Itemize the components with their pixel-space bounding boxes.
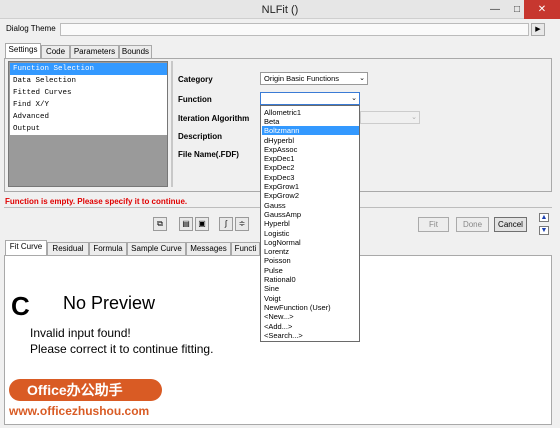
copy-icon: ⧉ bbox=[157, 219, 163, 228]
list-item-data-selection[interactable]: Data Selection bbox=[10, 75, 167, 87]
function-option[interactable]: Poisson bbox=[262, 256, 359, 265]
function-option-highlighted[interactable]: Boltzmann bbox=[262, 126, 359, 136]
tab-residual[interactable]: Residual bbox=[47, 242, 89, 255]
function-option[interactable]: Pulse bbox=[262, 266, 359, 275]
curve-icon: ∫ bbox=[224, 219, 228, 228]
list-item-function-selection[interactable]: Function Selection bbox=[10, 63, 167, 75]
expand-up-button[interactable]: ▲ bbox=[539, 213, 549, 222]
category-select[interactable]: Origin Basic Functions ⌄ bbox=[260, 72, 368, 85]
function-select[interactable]: ⌄ bbox=[260, 92, 360, 105]
no-preview-title: No Preview bbox=[63, 293, 156, 313]
category-label: Category bbox=[178, 75, 213, 84]
function-option[interactable]: Lorentz bbox=[262, 247, 359, 256]
save-icon-button[interactable]: ▣ bbox=[195, 217, 209, 231]
list-item-advanced[interactable]: Advanced bbox=[10, 111, 167, 123]
correct-input-message: Please correct it to continue fitting. bbox=[30, 342, 214, 356]
title-bar: NLFit () — □ ✕ bbox=[0, 0, 560, 19]
error-message: Function is empty. Please specify it to … bbox=[5, 197, 188, 206]
function-label: Function bbox=[178, 95, 212, 104]
fit-data-icon-button[interactable]: ≑ bbox=[235, 217, 249, 231]
function-option[interactable]: dHyperbl bbox=[262, 136, 359, 145]
done-button[interactable]: Done bbox=[456, 217, 489, 232]
cancel-button[interactable]: Cancel bbox=[494, 217, 527, 232]
tab-code[interactable]: Code bbox=[41, 45, 70, 58]
settings-list[interactable]: Function Selection Data Selection Fitted… bbox=[8, 61, 168, 187]
open-icon-button[interactable]: ▤ bbox=[179, 217, 193, 231]
list-item-output[interactable]: Output bbox=[10, 123, 167, 135]
tab-parameters[interactable]: Parameters bbox=[70, 45, 119, 58]
dialog-theme-arrow-button[interactable]: ▶ bbox=[531, 23, 545, 36]
fit-curve-icon-button[interactable]: ∫ bbox=[219, 217, 233, 231]
tab-functions[interactable]: Functi bbox=[231, 242, 260, 255]
expand-down-button[interactable]: ▼ bbox=[539, 226, 549, 235]
window-title: NLFit () bbox=[261, 4, 299, 16]
list-item-fitted-curves[interactable]: Fitted Curves bbox=[10, 87, 167, 99]
tab-formula[interactable]: Formula bbox=[89, 242, 127, 255]
function-option[interactable]: Allometric1 bbox=[262, 108, 359, 117]
tab-fit-curve[interactable]: Fit Curve bbox=[5, 240, 47, 255]
file-name-label: File Name(.FDF) bbox=[178, 150, 239, 159]
triangle-down-icon: ▼ bbox=[540, 227, 548, 234]
function-option[interactable]: ExpDec1 bbox=[262, 154, 359, 163]
category-value: Origin Basic Functions bbox=[264, 74, 340, 83]
iteration-algorithm-label: Iteration Algorithm bbox=[178, 114, 250, 123]
watermark-badge: Office办公助手 bbox=[9, 379, 162, 401]
iteration-algorithm-select[interactable]: ⌄ bbox=[360, 111, 420, 124]
chevron-down-icon: ⌄ bbox=[351, 95, 357, 102]
function-option[interactable]: ExpAssoc bbox=[262, 145, 359, 154]
minimize-button[interactable]: — bbox=[484, 0, 506, 19]
function-option[interactable]: LogNormal bbox=[262, 238, 359, 247]
description-label: Description bbox=[178, 132, 223, 141]
function-option[interactable]: Sine bbox=[262, 284, 359, 293]
play-icon: ▶ bbox=[535, 26, 541, 33]
function-option[interactable]: ExpDec2 bbox=[262, 163, 359, 172]
chevron-down-icon: ⌄ bbox=[411, 114, 417, 121]
copy-icon-button[interactable]: ⧉ bbox=[153, 217, 167, 231]
tab-bounds[interactable]: Bounds bbox=[119, 45, 152, 58]
function-dropdown-list[interactable]: Allometric1 Beta Boltzmann dHyperbl ExpA… bbox=[260, 105, 360, 342]
watermark-url: www.officezhushou.com bbox=[9, 404, 150, 418]
function-option[interactable]: ExpDec3 bbox=[262, 173, 359, 182]
panel-splitter[interactable] bbox=[171, 61, 173, 187]
function-option[interactable]: ExpGrow1 bbox=[262, 182, 359, 191]
tab-settings[interactable]: Settings bbox=[5, 43, 41, 58]
function-option[interactable]: Rational0 bbox=[262, 275, 359, 284]
dialog-theme-field[interactable] bbox=[60, 23, 529, 36]
tab-sample-curve[interactable]: Sample Curve bbox=[127, 242, 186, 255]
function-option[interactable]: ExpGrow2 bbox=[262, 191, 359, 200]
function-option[interactable]: Gauss bbox=[262, 201, 359, 210]
invalid-input-message: Invalid input found! bbox=[30, 326, 131, 340]
close-button[interactable]: ✕ bbox=[524, 0, 560, 19]
function-option[interactable]: Beta bbox=[262, 117, 359, 126]
function-option[interactable]: Voigt bbox=[262, 294, 359, 303]
function-option[interactable]: <Add...> bbox=[262, 322, 359, 331]
function-option[interactable]: Logistic bbox=[262, 229, 359, 238]
function-option[interactable]: NewFunction (User) bbox=[262, 303, 359, 312]
chevron-down-icon: ⌄ bbox=[359, 75, 365, 82]
save-icon: ▣ bbox=[198, 219, 206, 228]
dialog-theme-label: Dialog Theme bbox=[6, 24, 56, 33]
chart-icon: ≑ bbox=[238, 219, 246, 228]
function-option[interactable]: <Search...> bbox=[262, 331, 359, 340]
list-item-find-xy[interactable]: Find X/Y bbox=[10, 99, 167, 111]
function-option[interactable]: <New...> bbox=[262, 312, 359, 321]
tab-messages[interactable]: Messages bbox=[186, 242, 231, 255]
fit-button[interactable]: Fit bbox=[418, 217, 449, 232]
triangle-up-icon: ▲ bbox=[540, 214, 548, 221]
function-option[interactable]: GaussAmp bbox=[262, 210, 359, 219]
function-option[interactable]: Hyperbl bbox=[262, 219, 359, 228]
open-icon: ▤ bbox=[182, 219, 190, 228]
preview-big-letter: C bbox=[11, 291, 30, 321]
